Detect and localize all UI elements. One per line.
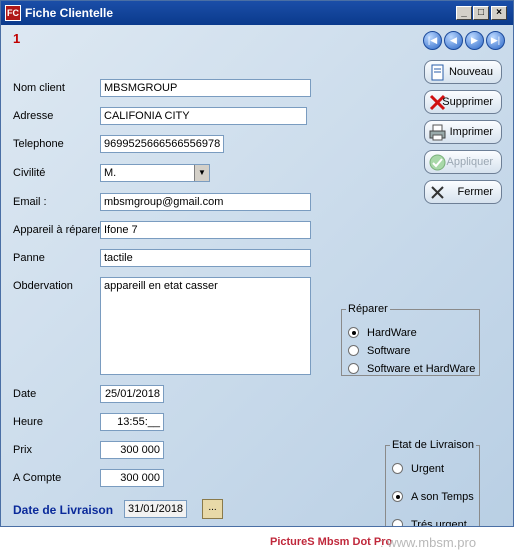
watermark-bar: PictureS Mbsm Dot Pro : www.mbsm.pro: [0, 527, 514, 556]
reparer-option-label: Software et HardWare: [367, 363, 476, 375]
radio-unselected[interactable]: [348, 345, 359, 356]
client-form-window: FC Fiche Clientelle _ □ × 1 |◀ ◀ ▶ ▶| No…: [0, 0, 514, 527]
prix-label: Prix: [13, 444, 32, 456]
record-number: 1: [13, 31, 21, 46]
email-label: Email :: [13, 196, 47, 208]
fermer-button[interactable]: Fermer: [424, 180, 502, 204]
radio-unselected[interactable]: [392, 519, 403, 526]
date-livraison-label: Date de Livraison: [13, 503, 114, 517]
observation-label: Obdervation: [13, 280, 73, 292]
reparer-group: Réparer HardWare Software Software et Ha…: [341, 303, 480, 376]
radio-unselected[interactable]: [348, 363, 359, 374]
nouveau-button[interactable]: Nouveau: [424, 60, 502, 84]
observation-textarea[interactable]: appareill en etat casser: [100, 277, 311, 375]
next-record-button[interactable]: ▶: [465, 31, 484, 50]
adresse-input[interactable]: CALIFONIA CITY: [100, 107, 307, 125]
date-input[interactable]: 25/01/2018: [100, 385, 164, 403]
printer-icon: [429, 124, 446, 141]
fermer-label: Fermer: [457, 186, 493, 198]
appareil-label: Appareil à réparer: [13, 224, 102, 236]
apply-check-icon: [429, 154, 446, 171]
reparer-option-both[interactable]: Software et HardWare: [348, 363, 475, 375]
livraison-option-label: Urgent: [411, 463, 445, 475]
appareil-input[interactable]: Ifone 7: [100, 221, 311, 239]
window-title: Fiche Clientelle: [25, 6, 114, 20]
close-x-icon: [429, 184, 446, 201]
nouveau-label: Nouveau: [448, 66, 493, 78]
nom-client-input[interactable]: MBSMGROUP: [100, 79, 311, 97]
close-button[interactable]: ×: [491, 6, 507, 20]
reparer-option-hardware[interactable]: HardWare: [348, 327, 417, 339]
panne-label: Panne: [13, 252, 45, 264]
date-livraison-input[interactable]: 31/01/2018: [124, 500, 187, 518]
appliquer-button[interactable]: Appliquer: [424, 150, 502, 174]
heure-label: Heure: [13, 416, 43, 428]
imprimer-label: Imprimer: [449, 126, 493, 138]
app-icon: FC: [5, 5, 21, 21]
etat-livraison-legend: Etat de Livraison: [392, 439, 474, 451]
first-record-button[interactable]: |◀: [423, 31, 442, 50]
maximize-button[interactable]: □: [473, 6, 489, 20]
nom-client-label: Nom client: [13, 82, 65, 94]
acompte-label: A Compte: [13, 472, 62, 484]
new-document-icon: [429, 64, 446, 81]
adresse-label: Adresse: [13, 110, 54, 122]
minimize-button[interactable]: _: [456, 6, 472, 20]
panne-input[interactable]: tactile: [100, 249, 311, 267]
reparer-legend: Réparer: [348, 303, 388, 315]
livraison-option-a-son-temps[interactable]: A son Temps: [392, 491, 474, 503]
form-content: 1 |◀ ◀ ▶ ▶| Nouveau Supprimer Imprimer A…: [1, 25, 513, 527]
chevron-down-icon[interactable]: ▼: [194, 165, 209, 181]
prix-input[interactable]: 300 000: [100, 441, 164, 459]
civilite-select[interactable]: M. ▼: [100, 164, 210, 182]
title-bar[interactable]: FC Fiche Clientelle _ □ ×: [1, 1, 513, 25]
radio-unselected[interactable]: [392, 463, 403, 474]
telephone-label: Telephone: [13, 138, 64, 150]
reparer-option-label: HardWare: [367, 327, 417, 339]
supprimer-button[interactable]: Supprimer: [424, 90, 502, 114]
date-picker-button[interactable]: ...: [202, 499, 223, 519]
watermark-text: PictureS Mbsm Dot Pro: [270, 536, 393, 548]
appliquer-label: Appliquer: [446, 156, 493, 168]
heure-input[interactable]: 13:55:__: [100, 413, 164, 431]
livraison-option-label: Trés urgent: [411, 519, 467, 527]
livraison-option-label: A son Temps: [411, 491, 474, 503]
radio-selected[interactable]: [392, 491, 403, 502]
reparer-option-software[interactable]: Software: [348, 345, 410, 357]
livraison-option-tres-urgent[interactable]: Trés urgent: [392, 519, 467, 527]
previous-record-button[interactable]: ◀: [444, 31, 463, 50]
livraison-option-urgent[interactable]: Urgent: [392, 463, 444, 475]
civilite-value: M.: [104, 167, 117, 179]
date-label: Date: [13, 388, 37, 400]
last-record-button[interactable]: ▶|: [486, 31, 505, 50]
acompte-input[interactable]: 300 000: [100, 469, 164, 487]
watermark-site: : www.mbsm.pro: [380, 535, 477, 550]
etat-livraison-group: Etat de Livraison Urgent A son Temps Tré…: [385, 439, 480, 527]
reparer-option-label: Software: [367, 345, 411, 357]
email-input[interactable]: mbsmgroup@gmail.com: [100, 193, 311, 211]
civilite-label: Civilité: [13, 167, 46, 179]
radio-selected[interactable]: [348, 327, 359, 338]
supprimer-label: Supprimer: [442, 96, 493, 108]
imprimer-button[interactable]: Imprimer: [424, 120, 502, 144]
telephone-input[interactable]: 9699525666566556978: [100, 135, 224, 153]
